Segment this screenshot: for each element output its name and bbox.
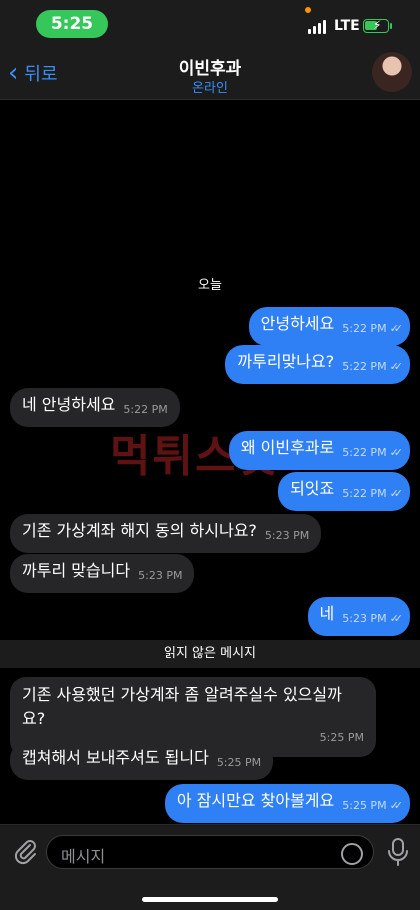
chat-title[interactable]: 이빈후과 (0, 54, 420, 79)
avatar[interactable] (372, 52, 412, 92)
message-text: 네 안녕하세요 (22, 395, 116, 414)
double-check-icon: ✓✓ (389, 322, 404, 335)
message-time: 5:23 PM (342, 612, 387, 625)
double-check-icon: ✓✓ (389, 360, 404, 373)
home-indicator[interactable] (142, 897, 278, 902)
double-check-icon: ✓✓ (389, 487, 404, 500)
status-time[interactable]: 5:25 (36, 10, 108, 38)
message-text: 까투리맞나요? (237, 352, 335, 371)
sticker-icon[interactable] (341, 843, 363, 865)
unread-divider: 읽지 않은 메시지 (0, 640, 420, 668)
message-bubble[interactable]: 되잇죠 5:22 PM ✓✓ (278, 472, 410, 511)
message-time: 5:25 PM (216, 756, 262, 769)
message-bubble[interactable]: 네 5:23 PM ✓✓ (307, 597, 410, 636)
message-text: 기존 사용했던 가상계좌 좀 알려주실수 있으실까요? (22, 685, 342, 728)
message-input[interactable]: 메시지 (46, 835, 374, 869)
battery-icon: ⚡ (363, 18, 389, 33)
message-time: 5:23 PM (264, 529, 310, 542)
message-bubble[interactable]: 네 안녕하세요 5:22 PM (10, 388, 180, 427)
signal-icon (308, 20, 326, 34)
message-bubble[interactable]: 안녕하세요 5:22 PM ✓✓ (248, 307, 410, 346)
message-time: 5:25 PM (342, 799, 387, 812)
message-text: 네 (319, 604, 335, 623)
double-check-icon: ✓✓ (389, 612, 404, 625)
double-check-icon: ✓✓ (389, 446, 404, 459)
network-label: LTE (334, 18, 360, 34)
message-bubble[interactable]: 기존 가상계좌 해지 동의 하시나요? 5:23 PM (10, 514, 322, 553)
message-placeholder: 메시지 (61, 847, 106, 866)
message-text: 까투리 맞습니다 (22, 561, 131, 580)
recording-dot-icon (305, 7, 311, 13)
microphone-icon[interactable] (386, 837, 410, 867)
double-check-icon: ✓✓ (389, 799, 404, 812)
message-text: 안녕하세요 (260, 314, 335, 333)
message-bubble[interactable]: 까투리맞나요? 5:22 PM ✓✓ (225, 345, 410, 384)
message-bubble[interactable]: 왜 이빈후과로 5:22 PM ✓✓ (228, 431, 410, 470)
message-bubble[interactable]: 캡쳐해서 보내주셔도 됩니다 5:25 PM (10, 741, 274, 780)
message-bubble[interactable]: 아 잠시만요 찾아볼게요 5:25 PM ✓✓ (164, 784, 410, 823)
status-bar: 5:25 LTE ⚡ (0, 0, 420, 46)
battery-tip (390, 23, 392, 29)
message-text: 기존 가상계좌 해지 동의 하시나요? (22, 521, 257, 540)
message-text: 왜 이빈후과로 (240, 438, 335, 457)
chat-status: 온라인 (192, 81, 228, 96)
date-label: 오늘 (198, 278, 222, 293)
paperclip-icon[interactable] (12, 837, 38, 865)
message-text: 캡쳐해서 보내주셔도 됩니다 (22, 748, 209, 767)
message-time: 5:22 PM (342, 322, 387, 335)
chat-header: ‹ 뒤로 이빈후과 온라인 (0, 46, 420, 100)
message-time: 5:22 PM (342, 360, 387, 373)
message-time: 5:22 PM (342, 446, 387, 459)
message-time: 5:22 PM (342, 487, 387, 500)
message-text: 아 잠시만요 찾아볼게요 (176, 791, 335, 810)
message-time: 5:22 PM (123, 403, 168, 416)
message-bubble[interactable]: 까투리 맞습니다 5:23 PM (10, 554, 195, 593)
message-time: 5:23 PM (138, 569, 183, 582)
message-text: 되잇죠 (290, 479, 335, 498)
